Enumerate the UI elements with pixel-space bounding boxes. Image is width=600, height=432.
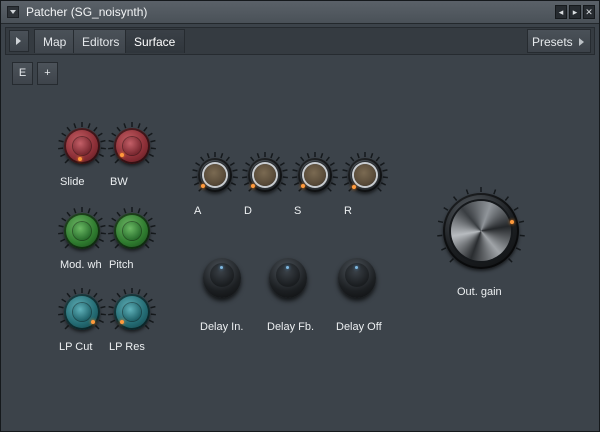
lp-cut-knob[interactable] bbox=[58, 288, 106, 330]
tab-editors[interactable]: Editors bbox=[73, 29, 126, 53]
title-bar[interactable]: Patcher (SG_noisynth) ◂ ▸ ✕ bbox=[1, 1, 599, 24]
delay-in-label: Delay In. bbox=[200, 321, 244, 333]
sustain-label: S bbox=[294, 205, 302, 217]
window-title: Patcher (SG_noisynth) bbox=[26, 5, 148, 19]
decay-label: D bbox=[244, 205, 252, 217]
window-close-button[interactable]: ✕ bbox=[583, 5, 595, 19]
presets-label: Presets bbox=[532, 35, 573, 49]
release-knob[interactable] bbox=[342, 152, 388, 192]
edit-button[interactable]: E bbox=[12, 62, 33, 85]
attack-label: A bbox=[194, 205, 202, 217]
attack-knob[interactable] bbox=[192, 152, 238, 192]
decay-knob[interactable] bbox=[242, 152, 288, 192]
tab-strip: Map Editors Surface Presets bbox=[5, 27, 595, 55]
lp-cut-label: LP Cut bbox=[59, 341, 93, 353]
window-prev-button[interactable]: ◂ bbox=[555, 5, 567, 19]
slide-knob[interactable] bbox=[58, 122, 106, 164]
tab-map[interactable]: Map bbox=[34, 29, 74, 53]
lp-res-label: LP Res bbox=[109, 341, 145, 353]
pitch-knob[interactable] bbox=[108, 207, 156, 249]
window-next-button[interactable]: ▸ bbox=[569, 5, 581, 19]
presets-button[interactable]: Presets bbox=[527, 29, 591, 53]
output-gain-knob[interactable] bbox=[437, 187, 525, 269]
tab-surface[interactable]: Surface bbox=[125, 29, 185, 53]
delay-off-label: Delay Off bbox=[336, 321, 382, 333]
expand-arrow-button[interactable] bbox=[9, 30, 29, 52]
delay-off-knob[interactable] bbox=[338, 258, 376, 298]
presets-arrow-icon bbox=[579, 38, 584, 46]
mod-wheel-knob[interactable] bbox=[58, 207, 106, 249]
patcher-window: Patcher (SG_noisynth) ◂ ▸ ✕ Map Editors … bbox=[0, 0, 600, 432]
delay-fb-knob[interactable] bbox=[269, 258, 307, 298]
bw-knob[interactable] bbox=[108, 122, 156, 164]
delay-in-knob[interactable] bbox=[203, 258, 241, 298]
slide-label: Slide bbox=[60, 176, 85, 188]
delay-fb-label: Delay Fb. bbox=[267, 321, 315, 333]
lp-res-knob[interactable] bbox=[108, 288, 156, 330]
mod-wheel-label: Mod. wh bbox=[60, 259, 102, 271]
window-controls: ◂ ▸ ✕ bbox=[555, 5, 595, 19]
output-gain-label: Out. gain bbox=[457, 286, 502, 298]
release-label: R bbox=[344, 205, 352, 217]
bw-label: BW bbox=[110, 176, 128, 188]
sustain-knob[interactable] bbox=[292, 152, 338, 192]
add-button[interactable]: + bbox=[37, 62, 58, 85]
pitch-label: Pitch bbox=[109, 259, 134, 271]
window-menu-button[interactable] bbox=[7, 6, 19, 18]
